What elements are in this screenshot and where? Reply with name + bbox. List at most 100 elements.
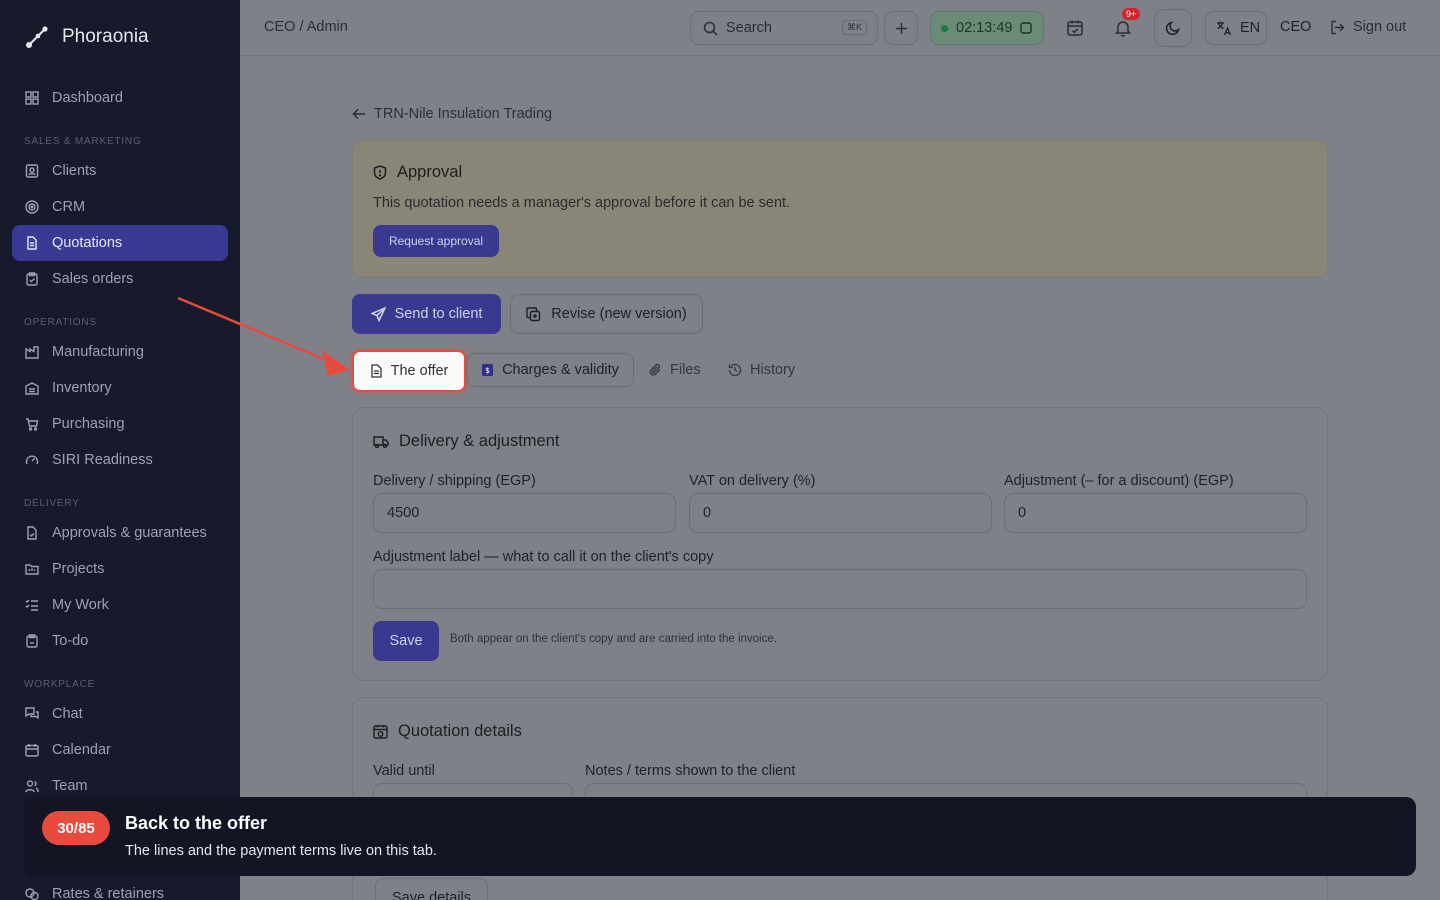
breadcrumb[interactable]: CEO / Admin: [264, 19, 348, 35]
users-icon: [24, 778, 40, 794]
user-role[interactable]: CEO: [1280, 19, 1311, 35]
sidebar-section-operations: OPERATIONS: [24, 317, 97, 328]
recording-dot-icon: [941, 24, 948, 32]
sidebar-item-label: Sales orders: [52, 271, 134, 287]
checkbox-icon: [24, 633, 40, 649]
valid-until-label: Valid until: [373, 763, 435, 779]
sidebar-item-label: My Work: [52, 597, 109, 613]
sidebar-item-label: Approvals & guarantees: [52, 525, 207, 541]
shield-icon: [373, 165, 387, 180]
details-title-text: Quotation details: [398, 722, 522, 740]
sidebar-item-label: Dashboard: [52, 90, 123, 106]
logo-icon: [26, 26, 48, 48]
save-details-button[interactable]: Save details: [375, 878, 488, 900]
moon-icon: [1165, 21, 1180, 36]
copy-plus-icon: [526, 306, 541, 321]
sidebar-item-rates[interactable]: Rates & retainers: [12, 876, 228, 900]
topbar: CEO / Admin Search ⌘K 02:13:49 9+ EN CEO…: [240, 0, 1440, 56]
time-tracker[interactable]: 02:13:49: [930, 11, 1044, 45]
paperclip-icon: [649, 363, 661, 376]
sidebar-item-dashboard[interactable]: Dashboard: [12, 80, 228, 116]
tour-arrow-icon: [177, 296, 350, 376]
warehouse-icon: [24, 380, 40, 396]
sidebar-item-label: Calendar: [52, 742, 111, 758]
svg-text:$: $: [485, 366, 490, 375]
cart-icon: [24, 416, 40, 432]
sidebar-item-siri-readiness[interactable]: SIRI Readiness: [12, 442, 228, 478]
sidebar-item-calendar[interactable]: Calendar: [12, 732, 228, 768]
back-link[interactable]: TRN-Nile Insulation Trading: [352, 106, 552, 122]
gauge-icon: [24, 452, 40, 468]
sidebar-item-purchasing[interactable]: Purchasing: [12, 406, 228, 442]
request-approval-button[interactable]: Request approval: [373, 225, 499, 257]
notification-badge: 9+: [1122, 8, 1141, 20]
history-icon: [728, 363, 742, 377]
add-button[interactable]: [884, 11, 918, 45]
sidebar-item-todo[interactable]: To-do: [12, 623, 228, 659]
tab-the-offer[interactable]: The offer: [352, 350, 466, 392]
file-check-icon: [24, 525, 40, 541]
adjustment-name-input[interactable]: [373, 569, 1307, 609]
revise-button[interactable]: Revise (new version): [510, 294, 703, 334]
sidebar-item-sales-orders[interactable]: Sales orders: [12, 261, 228, 297]
tour-step-badge: 30/85: [42, 811, 110, 845]
sidebar-item-label: To-do: [52, 633, 89, 649]
save-button[interactable]: Save: [373, 621, 439, 661]
theme-toggle[interactable]: [1154, 9, 1192, 47]
sidebar-item-label: Purchasing: [52, 416, 125, 432]
tab-history[interactable]: History: [728, 353, 795, 387]
calendar-check-icon: [1067, 20, 1083, 36]
sidebar-item-label: Projects: [52, 561, 105, 577]
vat-delivery-label: VAT on delivery (%): [689, 473, 816, 489]
calendar-icon: [24, 742, 40, 758]
approval-title: Approval: [373, 163, 462, 182]
search-button[interactable]: Search ⌘K: [690, 11, 878, 45]
brand[interactable]: Phoraonia: [24, 24, 149, 50]
list-check-icon: [24, 597, 40, 613]
logout-icon: [1331, 20, 1345, 34]
sidebar-item-clients[interactable]: Clients: [12, 153, 228, 189]
calendar-button[interactable]: [1058, 11, 1092, 45]
factory-icon: [24, 344, 40, 360]
sidebar-item-label: Team: [52, 778, 88, 794]
sidebar-section-workplace: WORKPLACE: [24, 679, 96, 690]
sign-out-button[interactable]: Sign out: [1330, 19, 1406, 35]
tab-files[interactable]: Files: [648, 353, 701, 387]
timer-value: 02:13:49: [956, 20, 1013, 36]
adjustment-name-label: Adjustment label — what to call it on th…: [373, 549, 714, 565]
send-to-client-button[interactable]: Send to client: [352, 294, 501, 334]
adjustment-input[interactable]: 0: [1004, 493, 1307, 533]
delivery-shipping-label: Delivery / shipping (EGP): [373, 473, 536, 489]
grid-icon: [24, 90, 40, 106]
vat-delivery-input[interactable]: 0: [689, 493, 992, 533]
truck-icon: [373, 435, 389, 448]
arrow-left-icon: [352, 108, 365, 120]
sidebar-item-chat[interactable]: Chat: [12, 696, 228, 732]
search-icon: [703, 21, 718, 36]
tab-charges-validity[interactable]: $ Charges & validity: [466, 353, 634, 387]
language-switcher[interactable]: EN: [1205, 11, 1267, 45]
bell-icon: [1115, 21, 1131, 37]
sidebar-item-label: Chat: [52, 706, 83, 722]
calendar-clock-icon: [373, 725, 388, 739]
sidebar-item-projects[interactable]: Projects: [12, 551, 228, 587]
stop-icon[interactable]: [1020, 22, 1033, 34]
sidebar-item-label: CRM: [52, 199, 86, 215]
sidebar-item-approvals[interactable]: Approvals & guarantees: [12, 515, 228, 551]
sidebar-item-quotations[interactable]: Quotations: [12, 225, 228, 261]
sidebar-item-crm[interactable]: CRM: [12, 189, 228, 225]
sidebar-item-label: Rates & retainers: [52, 886, 165, 900]
delivery-card: Delivery & adjustment Delivery / shippin…: [352, 407, 1328, 681]
target-icon: [24, 199, 40, 215]
approval-card: Approval This quotation needs a manager'…: [352, 140, 1328, 278]
clipboard-icon: [24, 271, 40, 287]
revise-label: Revise (new version): [551, 306, 687, 322]
sidebar-section-delivery: DELIVERY: [24, 498, 80, 509]
tab-label: Files: [670, 362, 701, 378]
delivery-hint: Both appear on the client's copy and are…: [450, 633, 777, 645]
tour-title: Back to the offer: [125, 813, 268, 833]
receipt-icon: $: [482, 364, 494, 376]
sidebar-item-my-work[interactable]: My Work: [12, 587, 228, 623]
chat-icon: [24, 706, 40, 722]
delivery-shipping-input[interactable]: 4500: [373, 493, 676, 533]
